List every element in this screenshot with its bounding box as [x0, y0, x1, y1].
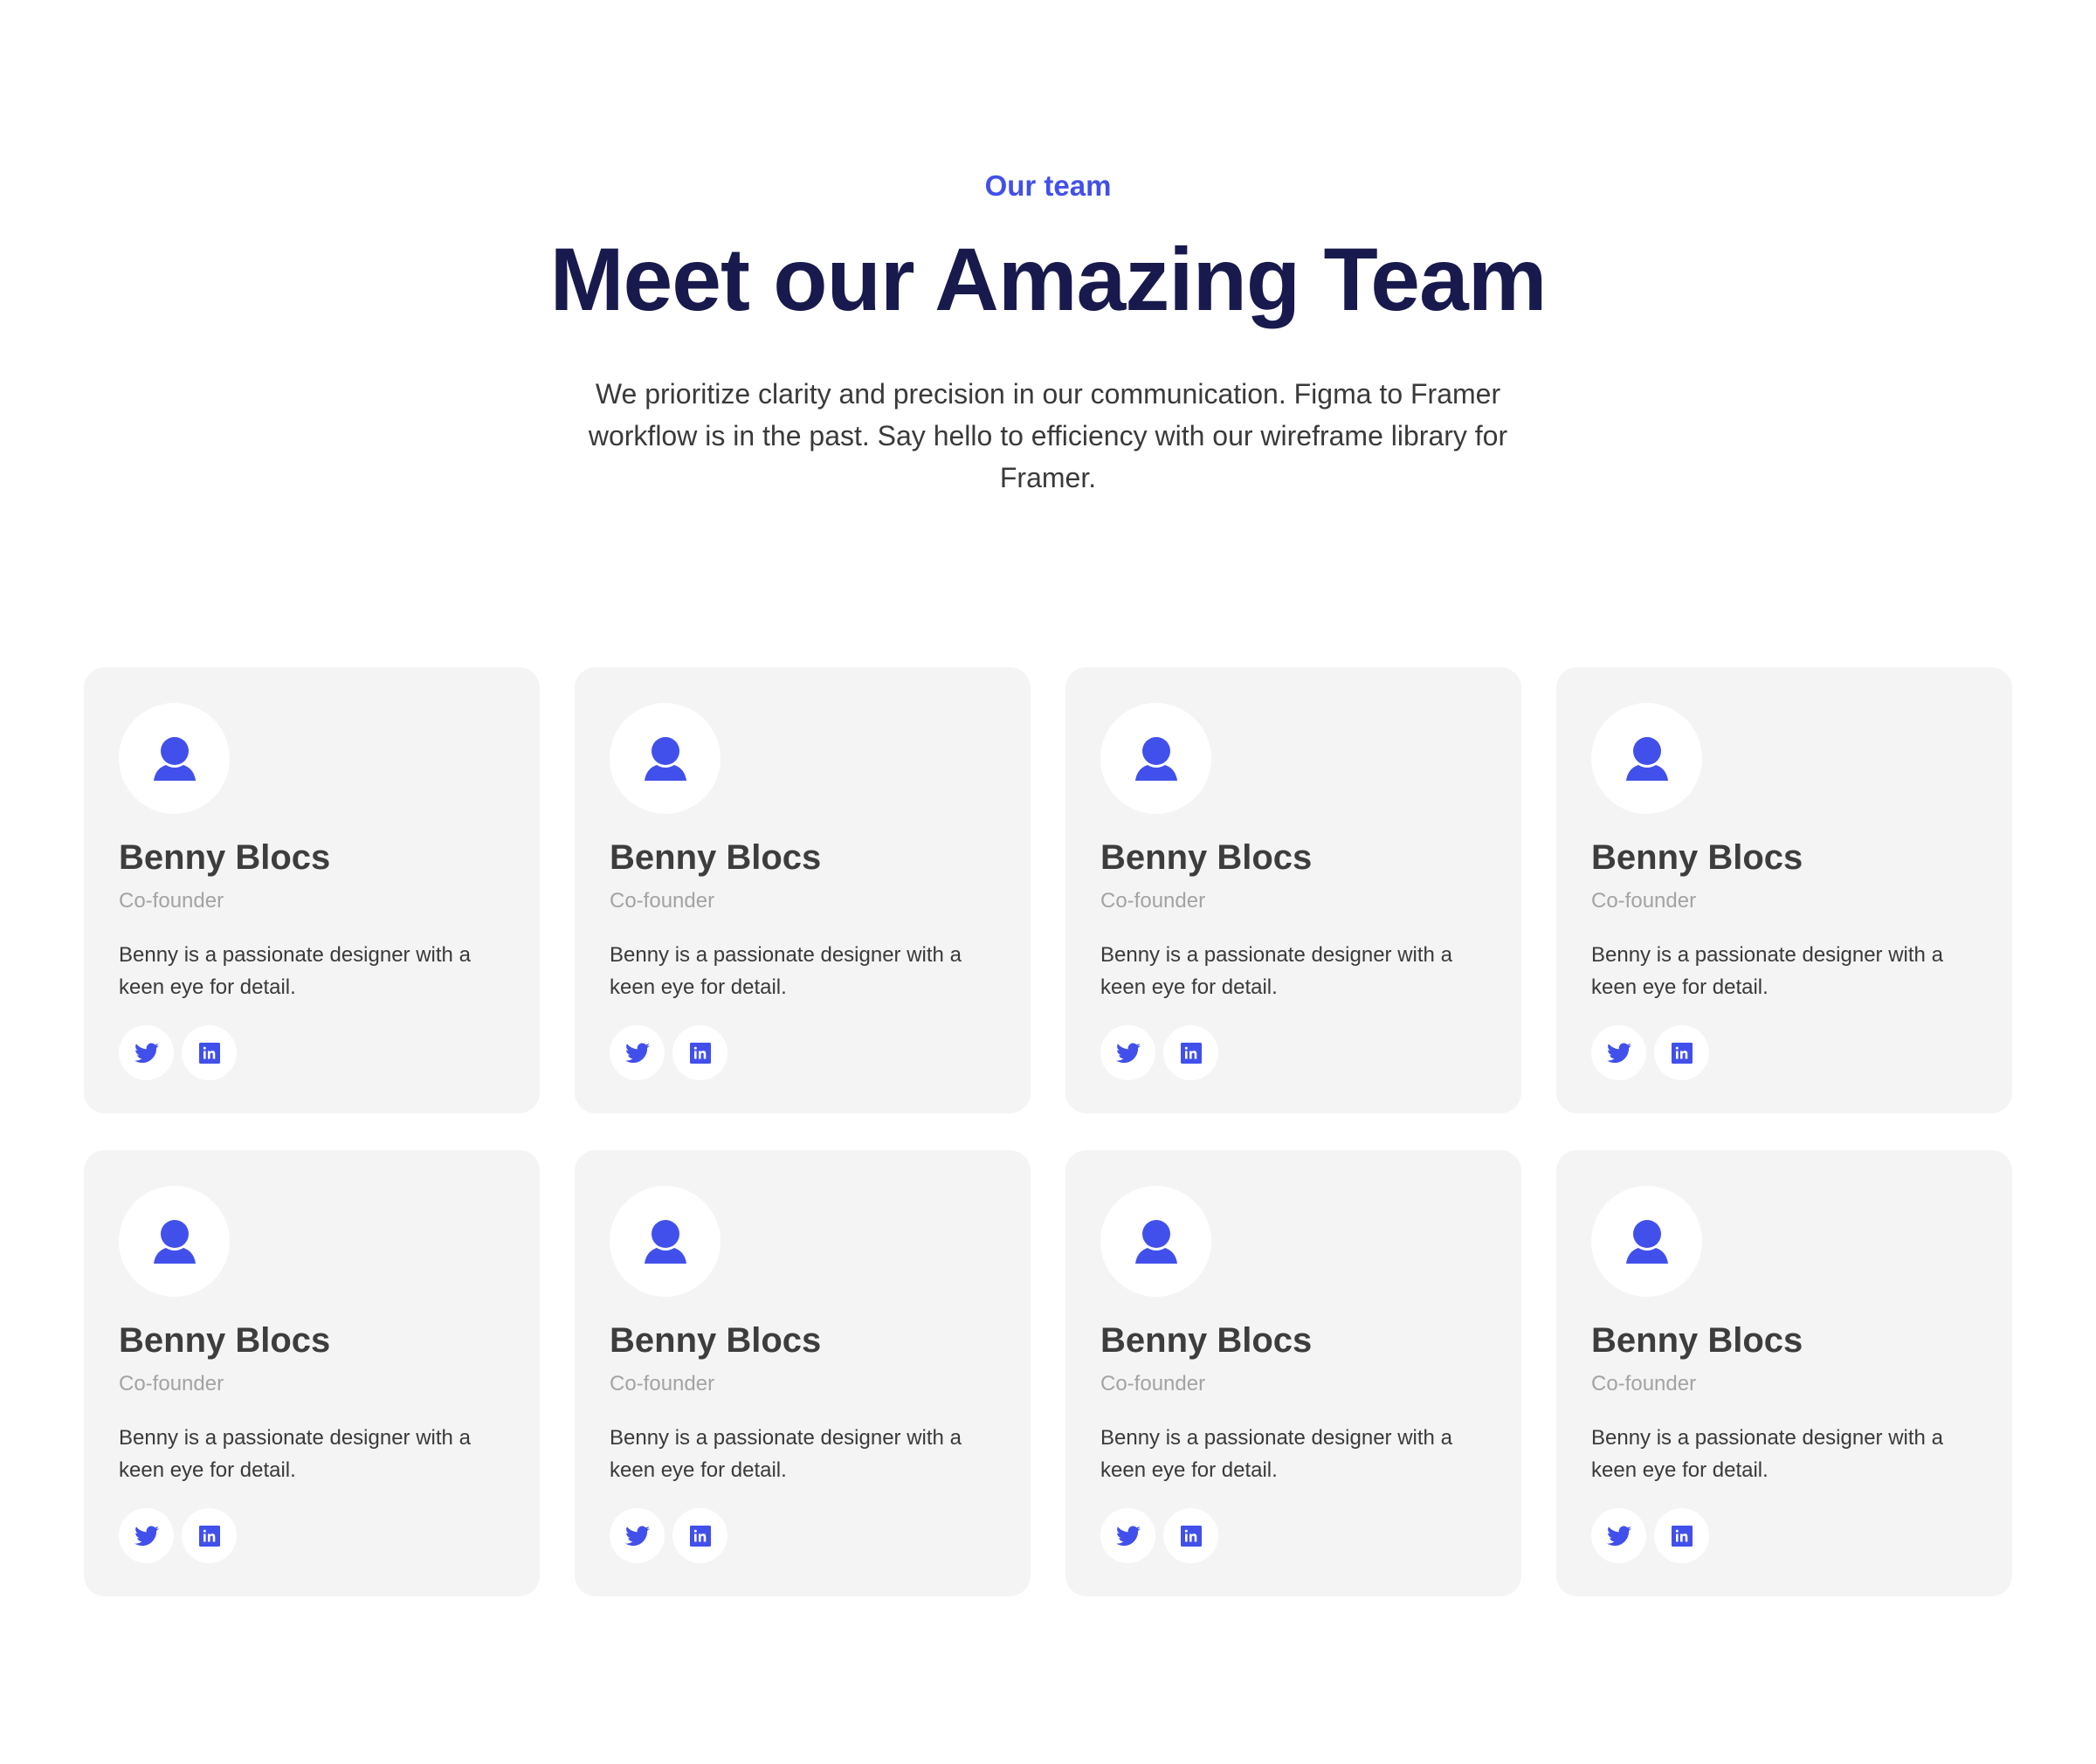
member-name: Benny Blocs — [1591, 838, 1803, 877]
avatar — [610, 703, 720, 814]
linkedin-icon — [1180, 1042, 1202, 1064]
linkedin-button[interactable] — [1654, 1508, 1709, 1563]
member-bio: Benny is a passionate designer with a ke… — [119, 943, 471, 999]
linkedin-button[interactable] — [1163, 1508, 1218, 1563]
member-name: Benny Blocs — [610, 838, 822, 877]
linkedin-icon — [198, 1525, 220, 1547]
member-role: Co-founder — [1591, 889, 1697, 913]
social-links — [1100, 1508, 1218, 1563]
linkedin-icon — [1671, 1525, 1693, 1547]
member-bio: Benny is a passionate designer with a ke… — [1591, 1426, 1943, 1482]
member-name: Benny Blocs — [119, 1321, 331, 1360]
twitter-icon — [1606, 1525, 1631, 1546]
linkedin-button[interactable] — [182, 1508, 237, 1563]
avatar — [1100, 703, 1211, 814]
user-icon — [1134, 1219, 1177, 1264]
twitter-button[interactable] — [1591, 1025, 1646, 1080]
team-member-card: Benny Blocs Co-founder Benny is a passio… — [84, 1150, 540, 1596]
team-member-card: Benny Blocs Co-founder Benny is a passio… — [575, 667, 1031, 1113]
user-icon — [644, 736, 686, 781]
twitter-button[interactable] — [1100, 1025, 1155, 1080]
twitter-icon — [624, 1525, 650, 1546]
twitter-button[interactable] — [119, 1025, 174, 1080]
member-bio: Benny is a passionate designer with a ke… — [1591, 943, 1943, 999]
page-title: Meet our Amazing Team — [549, 230, 1548, 329]
linkedin-button[interactable] — [1654, 1025, 1709, 1080]
avatar — [1100, 1186, 1211, 1297]
avatar — [119, 703, 230, 814]
team-member-card: Benny Blocs Co-founder Benny is a passio… — [1065, 667, 1521, 1113]
member-role: Co-founder — [1100, 1372, 1206, 1395]
twitter-icon — [134, 1525, 159, 1546]
user-icon — [1134, 736, 1177, 781]
avatar — [1591, 1186, 1702, 1297]
member-name: Benny Blocs — [1100, 1321, 1313, 1360]
social-links — [1591, 1025, 1709, 1080]
linkedin-icon — [198, 1042, 220, 1064]
user-icon — [644, 1219, 686, 1264]
member-name: Benny Blocs — [119, 838, 331, 877]
avatar — [119, 1186, 230, 1297]
linkedin-button[interactable] — [1163, 1025, 1218, 1080]
user-icon — [153, 1219, 196, 1264]
avatar — [610, 1186, 720, 1297]
team-member-card: Benny Blocs Co-founder Benny is a passio… — [1556, 1150, 2012, 1596]
twitter-button[interactable] — [119, 1508, 174, 1563]
member-role: Co-founder — [119, 1372, 224, 1395]
user-icon — [1625, 1219, 1668, 1264]
member-bio: Benny is a passionate designer with a ke… — [610, 943, 962, 999]
user-icon — [153, 736, 196, 781]
social-links — [119, 1025, 237, 1080]
linkedin-icon — [1671, 1042, 1693, 1064]
twitter-button[interactable] — [610, 1025, 665, 1080]
linkedin-icon — [689, 1525, 711, 1547]
user-icon — [1625, 736, 1668, 781]
linkedin-icon — [1180, 1525, 1202, 1547]
member-role: Co-founder — [1591, 1372, 1697, 1395]
member-name: Benny Blocs — [1591, 1321, 1803, 1360]
avatar — [1591, 703, 1702, 814]
twitter-button[interactable] — [610, 1508, 665, 1563]
team-member-card: Benny Blocs Co-founder Benny is a passio… — [1556, 667, 2012, 1113]
social-links — [119, 1508, 237, 1563]
member-role: Co-founder — [610, 889, 715, 913]
twitter-icon — [1115, 1042, 1141, 1063]
linkedin-button[interactable] — [672, 1508, 727, 1563]
team-grid: Benny Blocs Co-founder Benny is a passio… — [84, 667, 2012, 1596]
member-bio: Benny is a passionate designer with a ke… — [119, 1426, 471, 1482]
twitter-icon — [1115, 1525, 1141, 1546]
social-links — [610, 1508, 727, 1563]
member-role: Co-founder — [1100, 889, 1206, 913]
member-bio: Benny is a passionate designer with a ke… — [1100, 1426, 1452, 1482]
social-links — [1100, 1025, 1218, 1080]
twitter-button[interactable] — [1591, 1508, 1646, 1563]
member-bio: Benny is a passionate designer with a ke… — [610, 1426, 962, 1482]
social-links — [1591, 1508, 1709, 1563]
twitter-icon — [134, 1042, 159, 1063]
linkedin-icon — [689, 1042, 711, 1064]
member-name: Benny Blocs — [610, 1321, 822, 1360]
team-member-card: Benny Blocs Co-founder Benny is a passio… — [575, 1150, 1031, 1596]
twitter-icon — [624, 1042, 650, 1063]
twitter-icon — [1606, 1042, 1631, 1063]
member-role: Co-founder — [119, 889, 224, 913]
member-bio: Benny is a passionate designer with a ke… — [1100, 943, 1452, 999]
member-role: Co-founder — [610, 1372, 715, 1395]
twitter-button[interactable] — [1100, 1508, 1155, 1563]
eyebrow-label: Our team — [984, 169, 1112, 202]
team-member-card: Benny Blocs Co-founder Benny is a passio… — [1065, 1150, 1521, 1596]
social-links — [610, 1025, 727, 1080]
team-member-card: Benny Blocs Co-founder Benny is a passio… — [84, 667, 540, 1113]
member-name: Benny Blocs — [1100, 838, 1313, 877]
intro-paragraph: We prioritize clarity and precision in o… — [588, 378, 1508, 493]
linkedin-button[interactable] — [182, 1025, 237, 1080]
linkedin-button[interactable] — [672, 1025, 727, 1080]
